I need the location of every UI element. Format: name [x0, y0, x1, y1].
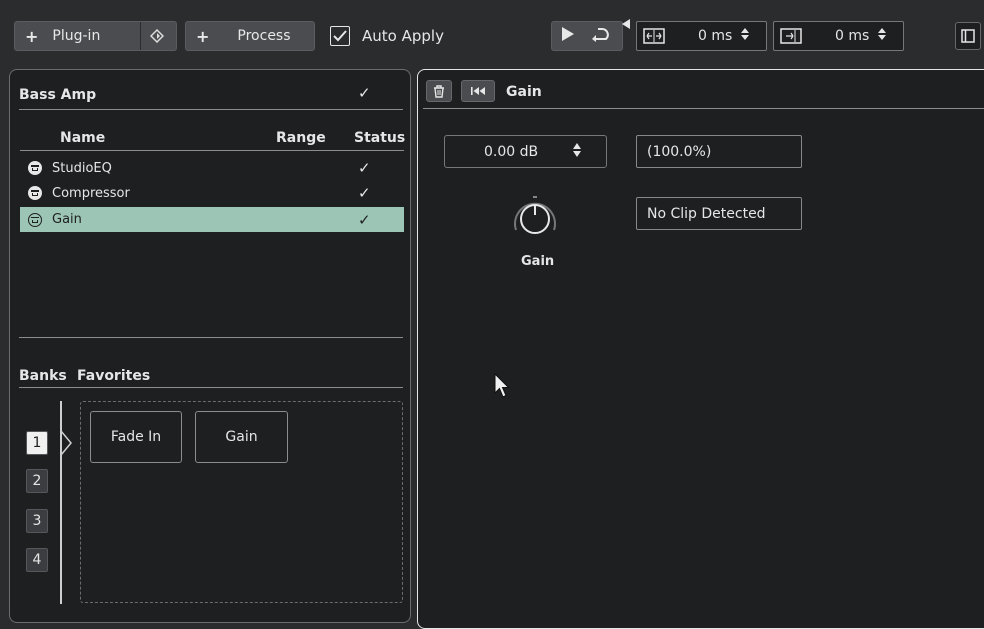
divider: [423, 108, 984, 109]
rewind-icon: [471, 87, 485, 95]
plugin-icon: [28, 186, 42, 200]
auto-apply-checkbox[interactable]: [330, 26, 350, 46]
bank-pointer-icon: [60, 430, 72, 456]
preset-icon[interactable]: [141, 29, 173, 43]
toolbar: + Plug-in + Process Auto Apply 0 ms 0 ms: [0, 0, 984, 66]
plugin-name: Gain: [52, 212, 82, 227]
tab-favorites[interactable]: Favorites: [77, 368, 150, 384]
stepper-icon[interactable]: [877, 26, 887, 46]
knob-label: Gain: [521, 254, 555, 269]
chain-status-check-icon: ✓: [358, 84, 371, 102]
process-label: Process: [237, 28, 291, 44]
tab-banks[interactable]: Banks: [19, 368, 67, 384]
list-item-selected[interactable]: Gain ✓: [20, 207, 404, 232]
plugin-name: StudioEQ: [52, 160, 112, 176]
column-range[interactable]: Range: [276, 130, 326, 146]
favorite-gain-button[interactable]: Gain: [195, 411, 288, 463]
status-check-icon[interactable]: ✓: [358, 184, 371, 202]
editor-title: Gain: [506, 84, 542, 100]
add-plugin-button[interactable]: + Plug-in: [14, 21, 177, 51]
post-roll-value: 0 ms: [835, 28, 870, 44]
bank-2-button[interactable]: 2: [26, 469, 48, 493]
list-item[interactable]: Compressor ✓: [20, 181, 404, 205]
stepper-icon[interactable]: [740, 26, 750, 46]
list-item[interactable]: StudioEQ ✓: [20, 156, 404, 180]
check-icon: [333, 30, 347, 42]
gain-knob[interactable]: [509, 193, 561, 241]
pre-roll-value: 0 ms: [698, 28, 733, 44]
play-icon[interactable]: [560, 26, 576, 46]
reset-button[interactable]: [461, 80, 495, 102]
cursor-icon: [494, 373, 510, 398]
preview-level-icon[interactable]: [622, 19, 630, 29]
pre-roll-icon: [643, 28, 665, 44]
percent-value: (100.0%): [647, 143, 712, 160]
plugin-label: Plug-in: [52, 28, 101, 44]
playback-controls: [551, 21, 623, 51]
post-roll-icon: [780, 28, 802, 44]
divider: [20, 150, 404, 151]
divider: [19, 337, 403, 338]
favorite-fade-in-button[interactable]: Fade In: [90, 411, 182, 463]
clip-status-display: No Clip Detected: [636, 197, 802, 230]
add-process-button[interactable]: + Process: [185, 21, 315, 51]
plugin-name: Compressor: [52, 185, 130, 201]
bank-4-button[interactable]: 4: [26, 548, 48, 572]
auto-apply-label: Auto Apply: [362, 27, 444, 45]
pre-roll-field[interactable]: 0 ms: [636, 21, 767, 51]
delete-button[interactable]: [426, 80, 452, 102]
gain-value: 0.00 dB: [484, 143, 539, 160]
loop-icon[interactable]: [590, 26, 610, 46]
status-check-icon[interactable]: ✓: [358, 159, 371, 177]
column-status[interactable]: Status: [354, 130, 405, 146]
plugin-icon: [28, 161, 42, 175]
gain-value-field[interactable]: 0.00 dB: [444, 135, 607, 168]
post-roll-field[interactable]: 0 ms: [773, 21, 904, 51]
plus-icon: +: [196, 26, 210, 46]
trash-icon: [434, 84, 444, 98]
divider: [19, 387, 403, 388]
percent-display: (100.0%): [636, 135, 802, 168]
plus-icon: +: [25, 26, 39, 46]
clip-status: No Clip Detected: [647, 205, 766, 222]
stepper-icon[interactable]: [572, 141, 582, 163]
divider: [19, 109, 403, 110]
bank-3-button[interactable]: 3: [26, 509, 48, 533]
status-check-icon[interactable]: ✓: [358, 211, 371, 229]
column-name[interactable]: Name: [60, 130, 105, 146]
panel-icon: [961, 29, 975, 43]
bank-1-button[interactable]: 1: [26, 431, 48, 455]
layout-toggle-button[interactable]: [955, 22, 981, 50]
plugin-icon: [28, 212, 42, 227]
chain-title: Bass Amp: [19, 87, 97, 103]
